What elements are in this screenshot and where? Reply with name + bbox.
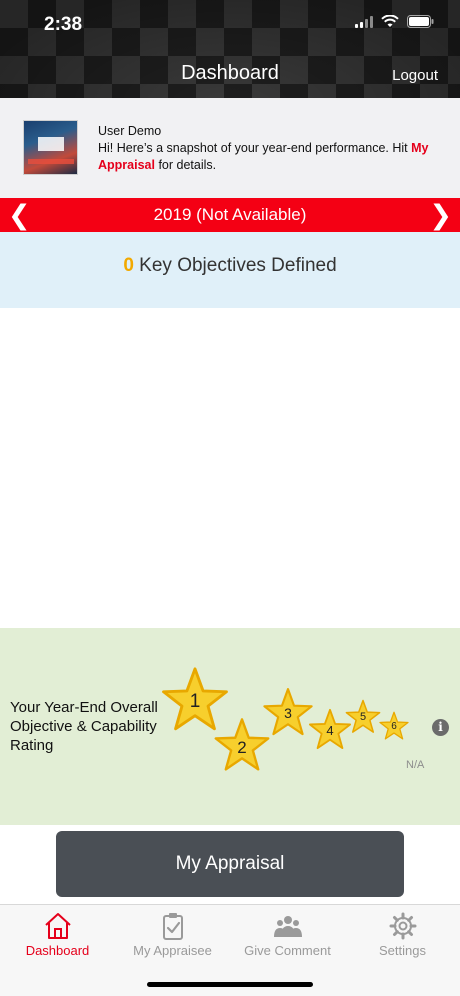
clipboard-check-icon [162,913,183,940]
star-number: 6 [391,721,397,732]
battery-icon [407,15,434,28]
signal-icon [355,15,373,28]
tab-give-comment[interactable]: Give Comment [230,911,345,958]
tab-label: Give Comment [244,943,331,958]
header-bar: 2:38 Dashboard Logout [0,0,460,98]
tab-label: Dashboard [25,943,90,958]
rating-star-6: 6 [378,711,410,743]
status-icons [355,15,434,28]
rating-star-5: 5 [344,699,382,737]
home-indicator [147,982,313,987]
rating-panel: Your Year-End Overall Objective & Capabi… [0,628,460,825]
gear-icon [389,912,416,940]
star-number: 1 [189,691,201,712]
tab-label: My Appraisee [133,943,212,958]
people-icon [273,916,302,937]
objectives-label: Key Objectives Defined [133,255,337,276]
info-icon[interactable]: i [432,719,449,736]
user-message: Hi! Here’s a snapshot of your year-end p… [98,140,438,174]
year-selector: ❮ 2019 (Not Available) ❯ [0,198,460,232]
star-number: 5 [359,711,367,723]
page-title: Dashboard [181,62,279,84]
home-icon [44,913,71,939]
logout-button[interactable]: Logout [392,67,438,84]
tab-settings[interactable]: Settings [345,911,460,958]
wifi-icon [381,15,399,27]
year-label: 2019 (Not Available) [153,205,307,224]
rating-label: Your Year-End Overall Objective & Capabi… [10,699,158,754]
rating-value: N/A [406,759,425,771]
user-message-prefix: Hi! Here’s a snapshot of your year-end p… [98,141,412,155]
next-year-button[interactable]: ❯ [429,200,452,230]
user-name: User Demo [98,124,162,138]
tab-label: Settings [379,943,426,958]
status-time: 2:38 [44,14,83,35]
objectives-summary: 0 Key Objectives Defined [0,232,460,308]
user-message-suffix: for details. [154,158,217,172]
avatar [23,120,78,175]
tab-dashboard[interactable]: Dashboard [0,911,115,958]
objectives-line: 0 Key Objectives Defined [0,255,460,277]
objectives-count: 0 [123,255,134,276]
my-appraisal-button[interactable]: My Appraisal [56,831,404,897]
tab-my-appraisee[interactable]: My Appraisee [115,911,230,958]
